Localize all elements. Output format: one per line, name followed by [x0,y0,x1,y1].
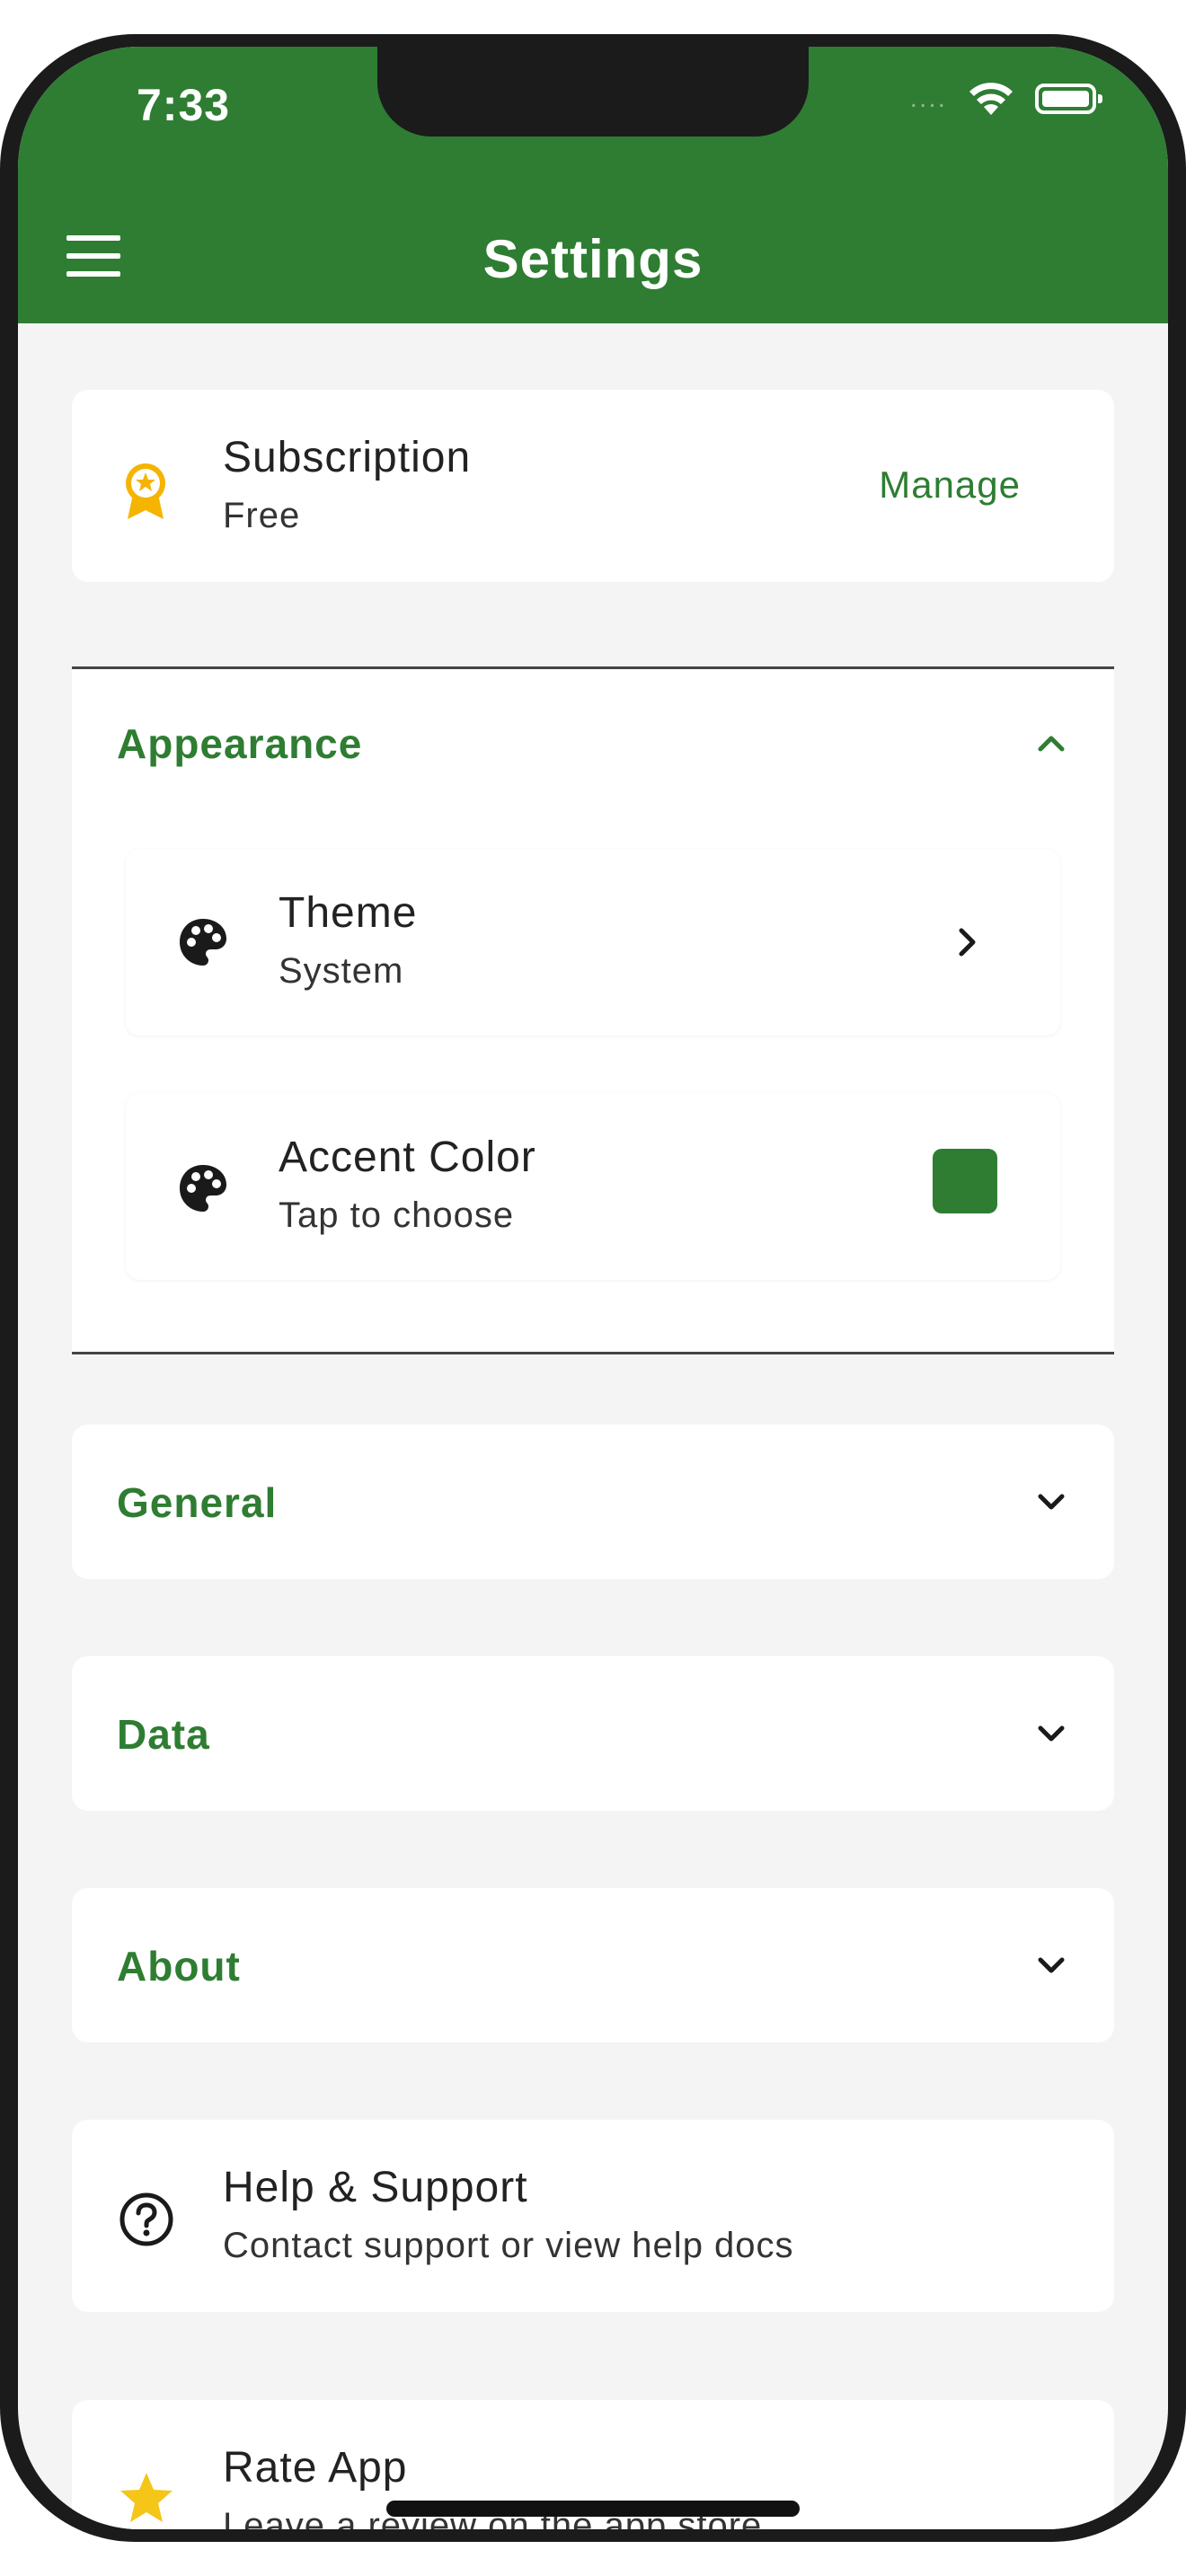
accent-color-swatch[interactable] [933,1149,997,1213]
manage-subscription-button[interactable]: Manage [879,463,1021,507]
appearance-title: Appearance [117,720,363,767]
general-title: General [117,1479,278,1526]
appearance-section: Appearance Theme System Accent Color Tap… [72,666,1114,1354]
home-indicator[interactable] [386,2501,800,2517]
chevron-down-icon [1038,1725,1065,1742]
status-icons: .... [909,81,1102,117]
help-title: Help & Support [223,2164,528,2211]
device-frame: 7:33 .... Settings Subscription Free Man… [0,34,1186,2542]
palette-icon [180,919,226,966]
chevron-up-icon [1038,736,1065,752]
page-title: Settings [482,229,704,289]
wifi-icon [969,83,1013,115]
theme-title: Theme [279,889,418,937]
signal-icon: .... [909,84,947,113]
battery-icon [1035,84,1102,114]
app-bar: 7:33 .... Settings [18,47,1168,323]
subscription-title: Subscription [223,434,472,481]
device-notch [377,47,809,137]
about-title: About [117,1943,241,1989]
star-icon [120,2473,173,2522]
chevron-down-icon [1038,1494,1065,1510]
data-title: Data [117,1711,210,1758]
theme-value: System [279,951,404,991]
subscription-plan: Free [223,496,301,535]
chevron-right-icon [959,928,976,957]
accent-color-title: Accent Color [279,1134,536,1181]
about-section-header[interactable]: About [72,1888,1114,2042]
help-support-row[interactable]: Help & Support Contact support or view h… [72,2120,1114,2312]
general-section-header[interactable]: General [72,1425,1114,1579]
status-time: 7:33 [137,80,231,130]
data-section-header[interactable]: Data [72,1656,1114,1811]
accent-color-hint: Tap to choose [279,1195,515,1235]
appearance-header[interactable]: Appearance [72,669,1114,822]
help-subtitle: Contact support or view help docs [223,2226,794,2265]
help-circle-icon [119,2192,173,2246]
award-badge-icon [126,463,165,519]
subscription-card[interactable]: Subscription Free Manage [72,390,1114,582]
rate-title: Rate App [223,2444,408,2492]
app-screen: 7:33 .... Settings Subscription Free Man… [18,47,1168,2529]
chevron-down-icon [1038,1957,1065,1973]
theme-setting-row[interactable]: Theme System [126,849,1060,1036]
accent-color-setting-row[interactable]: Accent Color Tap to choose [126,1093,1060,1280]
palette-icon [180,1165,226,1212]
